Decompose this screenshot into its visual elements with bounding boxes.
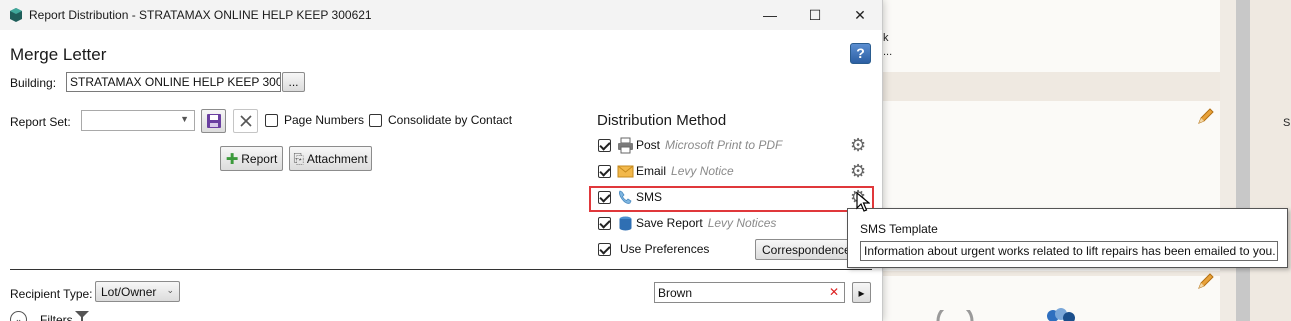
help-button[interactable]: ?	[850, 43, 871, 64]
add-report-label: Report	[241, 151, 278, 166]
mouse-cursor-icon	[856, 192, 870, 212]
consolidate-by-contact-checkbox[interactable]	[369, 114, 382, 127]
close-button[interactable]: ✕	[837, 0, 882, 30]
distribution-method-heading: Distribution Method	[597, 112, 727, 129]
filters-expand-icon[interactable]: ⌄	[10, 311, 27, 321]
page-numbers-label: Page Numbers	[284, 113, 365, 127]
contacts-icon	[1047, 308, 1075, 321]
plus-icon: ✚	[225, 150, 239, 168]
add-report-button[interactable]: ✚ Report	[220, 146, 283, 171]
save-report-set-button[interactable]	[201, 109, 226, 133]
save-report-checkbox[interactable]	[598, 217, 611, 230]
report-set-dropdown[interactable]: ▼	[81, 110, 195, 131]
background-text-ellipsis: ...	[883, 46, 893, 58]
consolidate-by-contact-label: Consolidate by Contact	[388, 113, 513, 127]
building-browse-button[interactable]: ...	[282, 72, 305, 92]
save-report-folder-name: Levy Notices	[707, 216, 777, 230]
recipient-type-dropdown[interactable]: Lot/Owner ⌄	[95, 281, 180, 302]
use-preferences-checkbox[interactable]	[598, 243, 611, 256]
delete-report-set-button[interactable]	[233, 109, 258, 133]
add-attachment-label: Attachment	[306, 151, 368, 166]
filter-funnel-icon	[75, 311, 89, 321]
minimize-button[interactable]: —	[747, 0, 793, 30]
paperclip-icon: ⎘	[293, 150, 304, 166]
distribution-row-email: Email Levy Notice ⚙	[597, 161, 877, 183]
background-text-k: k	[883, 32, 889, 44]
tooltip-message: Information about urgent works related t…	[860, 241, 1278, 261]
post-method-name: Post	[636, 138, 661, 152]
clear-search-icon[interactable]: ✕	[829, 285, 839, 299]
email-checkbox[interactable]	[598, 165, 611, 178]
email-label: Email Levy Notice	[636, 164, 734, 178]
save-report-icon	[619, 216, 632, 231]
add-attachment-button[interactable]: ⎘ Attachment	[289, 146, 372, 171]
maximize-button[interactable]: ☐	[792, 0, 838, 30]
page-numbers-checkbox[interactable]	[265, 114, 278, 127]
post-settings-gear-icon[interactable]: ⚙	[850, 136, 866, 154]
title-bar[interactable]: Report Distribution - STRATAMAX ONLINE H…	[0, 0, 882, 30]
use-preferences-label: Use Preferences	[620, 242, 710, 256]
post-label: Post Microsoft Print to PDF	[636, 138, 782, 152]
recipient-type-label: Recipient Type:	[10, 287, 93, 301]
save-report-method-name: Save Report	[636, 216, 703, 230]
distribution-row-post: Post Microsoft Print to PDF ⚙	[597, 135, 877, 157]
background-divider	[1236, 0, 1250, 321]
tooltip-title: SMS Template	[860, 222, 938, 236]
distribution-row-save-report: Save Report Levy Notices	[597, 213, 877, 235]
building-label: Building:	[10, 76, 57, 90]
report-set-label: Report Set:	[10, 115, 71, 129]
chevron-down-icon: ⌄	[166, 285, 174, 295]
section-divider	[10, 269, 872, 270]
post-printer-name: Microsoft Print to PDF	[665, 138, 783, 152]
printer-icon	[618, 137, 633, 154]
window-title: Report Distribution - STRATAMAX ONLINE H…	[29, 8, 372, 22]
building-field[interactable]: STRATAMAX ONLINE HELP KEEP 300621	[66, 72, 281, 92]
background-text-s: S	[1283, 117, 1291, 129]
search-value: Brown	[658, 286, 693, 300]
pencil-icon[interactable]	[1195, 105, 1217, 127]
pencil-icon[interactable]	[1195, 270, 1217, 292]
email-settings-gear-icon[interactable]: ⚙	[850, 162, 866, 180]
search-go-button[interactable]: ▸	[852, 282, 871, 303]
chevron-down-icon: ▼	[180, 114, 189, 124]
post-checkbox[interactable]	[598, 139, 611, 152]
correspondence-button[interactable]: Correspondence	[755, 239, 855, 260]
sms-template-tooltip: SMS Template Information about urgent wo…	[847, 208, 1288, 268]
sms-row-highlight	[589, 186, 874, 212]
save-report-label: Save Report Levy Notices	[636, 216, 776, 230]
email-method-name: Email	[636, 164, 667, 178]
background-panel-top	[883, 0, 1220, 72]
email-template-name: Levy Notice	[671, 164, 734, 178]
chart-icon	[936, 310, 974, 321]
report-distribution-window: Report Distribution - STRATAMAX ONLINE H…	[0, 0, 883, 321]
close-icon	[239, 115, 252, 127]
search-input[interactable]: Brown ✕	[654, 282, 845, 303]
filters-label: Filters	[40, 313, 73, 321]
background-strip	[1220, 0, 1236, 321]
recipient-type-value: Lot/Owner	[101, 284, 157, 299]
page-title: Merge Letter	[10, 45, 107, 64]
envelope-icon	[617, 165, 634, 178]
floppy-disk-icon	[206, 114, 221, 128]
app-icon	[10, 8, 22, 22]
